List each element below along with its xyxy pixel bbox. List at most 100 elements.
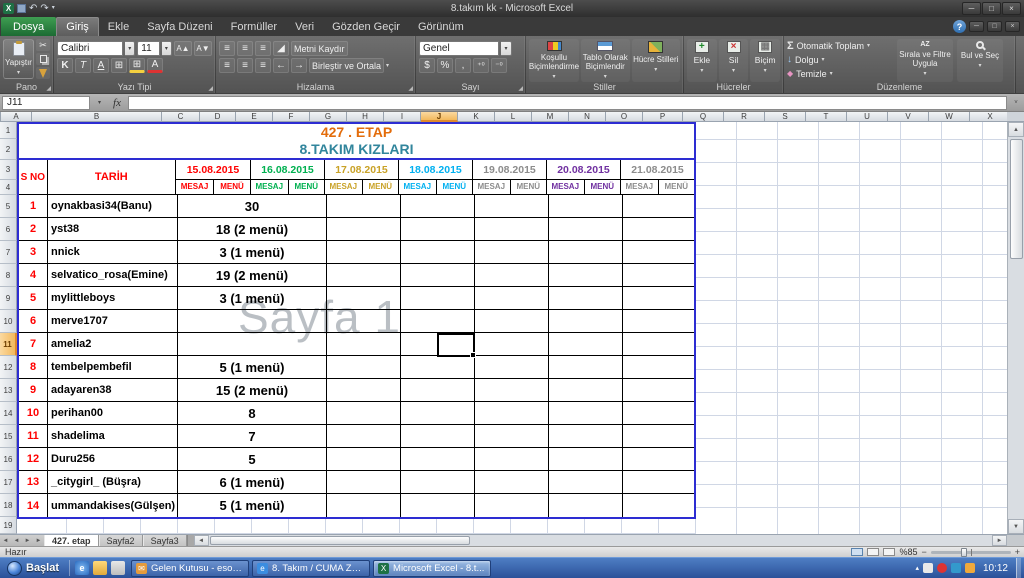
column-header[interactable]: G <box>310 112 347 122</box>
row-header[interactable]: 3 <box>0 160 17 180</box>
mesaj-header-cell[interactable]: MESAJ <box>176 180 213 194</box>
score-cell[interactable]: 3 (1 menü) <box>178 241 326 263</box>
row-header[interactable]: 7 <box>0 241 17 264</box>
date-header-cell[interactable]: 19.08.2015 <box>473 160 546 180</box>
row-number-cell[interactable]: 11 <box>19 425 48 447</box>
sort-filter-button[interactable]: AZ Sırala ve Filtre Uygula ▾ <box>897 39 953 82</box>
show-hidden-icons-icon[interactable]: ▴ <box>915 564 919 572</box>
align-middle-button[interactable]: ≡ <box>237 41 253 56</box>
row-header[interactable]: 12 <box>0 356 17 379</box>
row-header[interactable]: 15 <box>0 425 17 448</box>
table-row[interactable]: 2 yst38 18 (2 menü) <box>19 218 694 241</box>
row-header[interactable]: 8 <box>0 264 17 287</box>
tray-app-icon[interactable] <box>923 563 933 573</box>
data-table[interactable]: 427 . ETAP 8.TAKIM KIZLARI S NO TARİH 15… <box>17 122 696 519</box>
dialog-launcher-icon[interactable]: ◢ <box>408 85 413 92</box>
score-cell[interactable] <box>178 333 326 355</box>
table-row[interactable]: 6 merve1707 <box>19 310 694 333</box>
empty-cells[interactable] <box>326 287 694 309</box>
expand-formula-bar-icon[interactable]: ˅ <box>1010 100 1022 106</box>
row-number-cell[interactable]: 9 <box>19 379 48 401</box>
horizontal-scrollbar[interactable]: ◄ ► <box>194 535 1007 547</box>
empty-cells[interactable] <box>326 379 694 401</box>
number-format-select[interactable]: Genel <box>419 41 499 56</box>
sheet-tab[interactable]: Sayfa2 <box>99 535 143 547</box>
scroll-left-icon[interactable]: ◄ <box>194 535 209 546</box>
mesaj-header-cell[interactable]: MESAJ <box>251 180 288 194</box>
format-painter-button[interactable] <box>36 67 50 79</box>
first-sheet-icon[interactable]: ◄ <box>0 535 11 546</box>
tab-splitter[interactable] <box>187 535 194 547</box>
row-header[interactable]: 17 <box>0 471 17 494</box>
prev-sheet-icon[interactable]: ◄ <box>11 535 22 546</box>
score-cell[interactable] <box>178 310 326 332</box>
table-row[interactable]: 7 amelia2 <box>19 333 694 356</box>
tab-dosya[interactable]: Dosya <box>1 17 56 36</box>
horizontal-scroll-track[interactable] <box>209 535 992 546</box>
vertical-scroll-thumb[interactable] <box>1010 139 1023 259</box>
column-header[interactable]: Q <box>683 112 724 122</box>
next-sheet-icon[interactable]: ► <box>22 535 33 546</box>
ribbon-tab[interactable]: Ekle <box>99 17 138 36</box>
scroll-up-icon[interactable]: ▲ <box>1008 122 1024 137</box>
table-row[interactable]: 12 Duru256 5 <box>19 448 694 471</box>
date-column[interactable]: 21.08.2015 MESAJ MENÜ <box>620 160 694 194</box>
formula-input[interactable] <box>128 96 1007 110</box>
insert-cells-button[interactable]: + Ekle ▾ <box>687 39 717 82</box>
font-family-select[interactable]: Calibri <box>57 41 123 56</box>
zoom-slider-thumb[interactable] <box>961 548 967 557</box>
minimize-button[interactable]: ─ <box>962 2 981 15</box>
empty-cells[interactable] <box>326 264 694 286</box>
font-color-button[interactable]: A <box>147 58 163 73</box>
ribbon-tab[interactable]: Gözden Geçir <box>323 17 409 36</box>
worksheet-grid[interactable]: 12345678910111213141516171819 Sayfa 1 42… <box>0 122 1007 534</box>
player-name-cell[interactable]: oynakbasi34(Banu) <box>48 195 178 217</box>
mesaj-header-cell[interactable]: MESAJ <box>547 180 584 194</box>
decrease-indent-button[interactable]: ← <box>273 58 289 73</box>
date-header-cell[interactable]: 21.08.2015 <box>621 160 694 180</box>
taskbar-clock[interactable]: 10:12 <box>979 563 1012 574</box>
accounting-format-button[interactable]: $ <box>419 58 435 73</box>
tarih-header-cell[interactable]: TARİH <box>48 160 176 194</box>
selected-cell-cursor[interactable] <box>437 333 475 357</box>
empty-cells[interactable] <box>326 218 694 240</box>
row-header[interactable]: 16 <box>0 448 17 471</box>
ribbon-tab[interactable]: Formüller <box>222 17 286 36</box>
wrap-text-button[interactable]: Metni Kaydır <box>291 41 348 56</box>
row-header[interactable]: 1 <box>0 122 17 139</box>
font-size-select[interactable]: 11 <box>137 41 160 56</box>
date-column[interactable]: 20.08.2015 MESAJ MENÜ <box>546 160 620 194</box>
conditional-formatting-button[interactable]: Koşullu Biçimlendirme ▾ <box>529 39 579 82</box>
format-as-table-button[interactable]: Tablo Olarak Biçimlendir ▾ <box>581 39 630 82</box>
menu-header-cell[interactable]: MENÜ <box>288 180 325 194</box>
empty-cells[interactable] <box>326 241 694 263</box>
empty-cells[interactable] <box>326 494 694 517</box>
empty-cells[interactable] <box>326 425 694 447</box>
increase-indent-button[interactable]: → <box>291 58 307 73</box>
table-title-cell[interactable]: 427 . ETAP <box>19 124 694 140</box>
date-header-cell[interactable]: 15.08.2015 <box>176 160 250 180</box>
folder-quicklaunch-icon[interactable] <box>93 561 107 575</box>
row-header[interactable]: 10 <box>0 310 17 333</box>
media-quicklaunch-icon[interactable] <box>111 561 125 575</box>
table-row[interactable]: 4 selvatico_rosa(Emine) 19 (2 menü) <box>19 264 694 287</box>
player-name-cell[interactable]: yst38 <box>48 218 178 240</box>
empty-cells[interactable] <box>326 333 694 355</box>
menu-header-cell[interactable]: MENÜ <box>584 180 621 194</box>
row-header[interactable]: 14 <box>0 402 17 425</box>
row-number-cell[interactable]: 12 <box>19 448 48 470</box>
chevron-down-icon[interactable]: ▾ <box>162 41 172 56</box>
ribbon-tab[interactable]: Veri <box>286 17 323 36</box>
row-number-cell[interactable]: 8 <box>19 356 48 378</box>
player-name-cell[interactable]: selvatico_rosa(Emine) <box>48 264 178 286</box>
row-number-cell[interactable]: 5 <box>19 287 48 309</box>
table-row[interactable]: 9 adayaren38 15 (2 menü) <box>19 379 694 402</box>
score-cell[interactable]: 6 (1 menü) <box>178 471 326 493</box>
chevron-down-icon[interactable]: ▾ <box>386 62 389 69</box>
player-name-cell[interactable]: mylittleboys <box>48 287 178 309</box>
zoom-in-icon[interactable]: + <box>1015 547 1020 557</box>
cut-button[interactable]: ✂ <box>36 39 50 51</box>
borders-button[interactable]: ⊞ <box>111 58 127 73</box>
delete-cells-button[interactable]: × Sil ▾ <box>719 39 749 82</box>
row-number-cell[interactable]: 6 <box>19 310 48 332</box>
